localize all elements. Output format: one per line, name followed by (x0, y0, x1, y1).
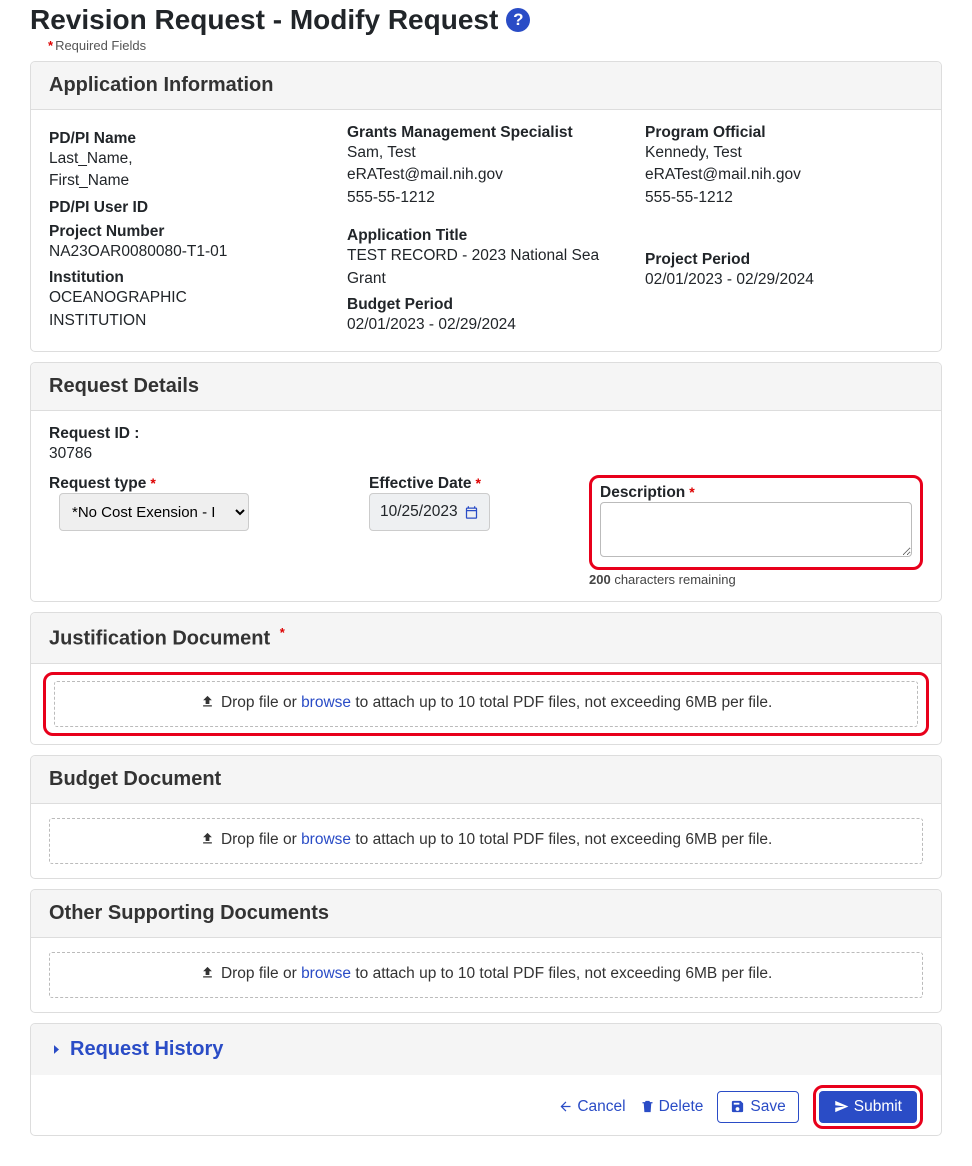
pdpi-name-label: PD/PI Name (49, 130, 327, 148)
description-label: Description* (600, 484, 912, 502)
project-number-label: Project Number (49, 223, 327, 241)
effective-date-input[interactable]: 10/25/2023 (369, 493, 490, 531)
upload-icon (200, 831, 215, 851)
institution-value: OCEANOGRAPHIC INSTITUTION (49, 287, 327, 332)
help-icon[interactable]: ? (506, 8, 530, 32)
browse-link[interactable]: browse (301, 965, 351, 982)
delete-button[interactable]: Delete (640, 1098, 704, 1116)
browse-link[interactable]: browse (301, 694, 351, 711)
justification-highlight: Drop file or browse to attach up to 10 t… (43, 672, 929, 736)
budget-period-label: Budget Period (347, 296, 625, 314)
request-details-header: Request Details (31, 363, 941, 411)
gms-name: Sam, Test (347, 142, 625, 164)
page-title-text: Revision Request - Modify Request (30, 4, 498, 36)
caret-right-icon (49, 1042, 64, 1057)
app-title-value: TEST RECORD - 2023 National Sea Grant (347, 245, 625, 290)
description-highlight: Description* (589, 475, 923, 570)
po-email: eRATest@mail.nih.gov (645, 164, 923, 186)
page-title: Revision Request - Modify Request ? (30, 4, 942, 36)
request-id-value: 30786 (49, 443, 923, 465)
other-documents-panel: Other Supporting Documents Drop file or … (30, 889, 942, 1013)
institution-label: Institution (49, 269, 327, 287)
project-period-value: 02/01/2023 - 02/29/2024 (645, 269, 923, 291)
save-icon (730, 1099, 745, 1114)
required-fields-legend: *Required Fields (48, 38, 942, 53)
po-name: Kennedy, Test (645, 142, 923, 164)
request-history-toggle[interactable]: Request History (31, 1024, 941, 1075)
budget-document-panel: Budget Document Drop file or browse to a… (30, 755, 942, 879)
effective-date-label: Effective Date* (369, 475, 569, 493)
justification-document-panel: Justification Document * Drop file or br… (30, 612, 942, 745)
other-dropzone[interactable]: Drop file or browse to attach up to 10 t… (49, 952, 923, 998)
program-official-label: Program Official (645, 124, 923, 142)
app-title-label: Application Title (347, 227, 625, 245)
gms-label: Grants Management Specialist (347, 124, 625, 142)
request-history-panel: Request History Cancel Delete Save Submi… (30, 1023, 942, 1136)
save-button[interactable]: Save (717, 1091, 798, 1123)
application-information-panel: Application Information PD/PI Name Last_… (30, 61, 942, 352)
request-id-label: Request ID : (49, 425, 923, 443)
project-period-label: Project Period (645, 251, 923, 269)
trash-icon (640, 1099, 655, 1114)
submit-button[interactable]: Submit (819, 1091, 917, 1123)
char-remaining: 200 characters remaining (589, 572, 923, 587)
gms-phone: 555-55-1212 (347, 187, 625, 209)
justification-document-header: Justification Document * (31, 613, 941, 664)
po-phone: 555-55-1212 (645, 187, 923, 209)
description-textarea[interactable] (600, 502, 912, 557)
justification-dropzone[interactable]: Drop file or browse to attach up to 10 t… (54, 681, 918, 727)
request-type-label: Request type* (49, 475, 349, 493)
request-type-select[interactable]: *No Cost Exension - I (59, 493, 249, 531)
upload-icon (200, 694, 215, 714)
project-number-value: NA23OAR0080080-T1-01 (49, 241, 327, 263)
action-bar: Cancel Delete Save Submit (31, 1075, 941, 1135)
calendar-icon (464, 505, 479, 520)
application-information-header: Application Information (31, 62, 941, 110)
arrow-left-icon (558, 1099, 573, 1114)
other-documents-header: Other Supporting Documents (31, 890, 941, 938)
cancel-button[interactable]: Cancel (558, 1098, 625, 1116)
browse-link[interactable]: browse (301, 831, 351, 848)
upload-icon (200, 965, 215, 985)
pdpi-userid-label: PD/PI User ID (49, 199, 327, 217)
submit-highlight: Submit (813, 1085, 923, 1129)
budget-document-header: Budget Document (31, 756, 941, 804)
asterisk-icon: * (48, 38, 53, 53)
budget-period-value: 02/01/2023 - 02/29/2024 (347, 314, 625, 336)
budget-dropzone[interactable]: Drop file or browse to attach up to 10 t… (49, 818, 923, 864)
pdpi-name-value: Last_Name, First_Name (49, 148, 327, 193)
send-icon (834, 1099, 849, 1114)
request-details-panel: Request Details Request ID : 30786 Reque… (30, 362, 942, 602)
gms-email: eRATest@mail.nih.gov (347, 164, 625, 186)
